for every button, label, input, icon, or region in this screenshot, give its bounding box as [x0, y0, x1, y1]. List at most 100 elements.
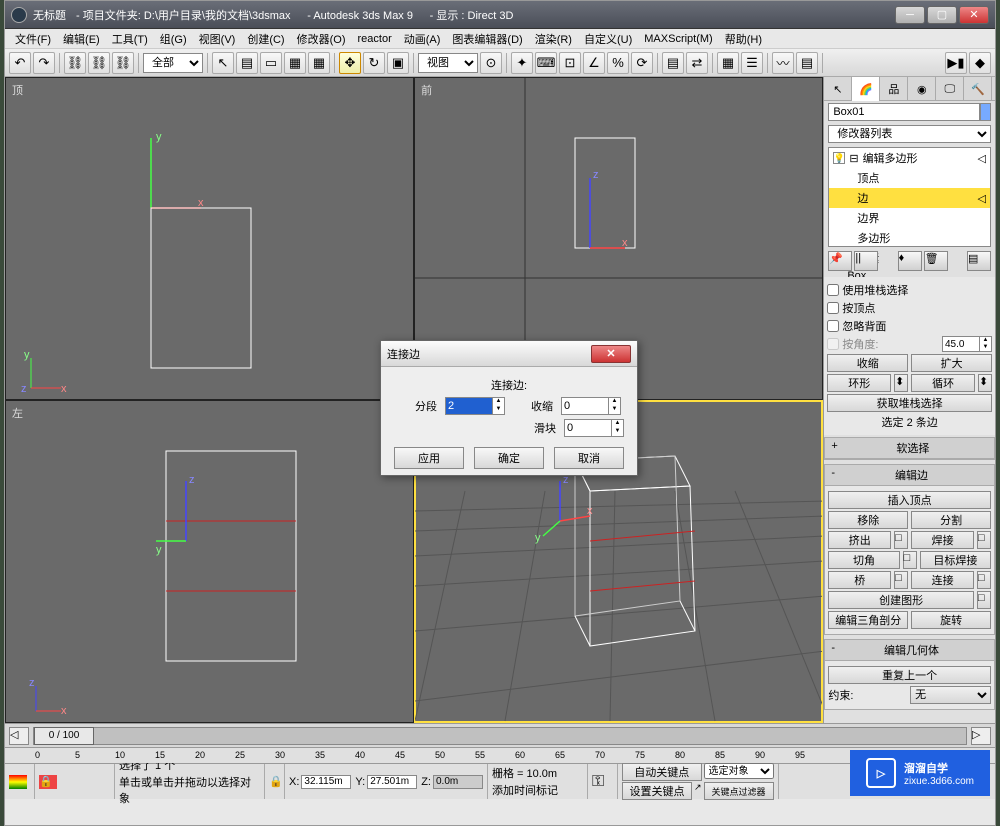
manipulate-button[interactable]: ✦	[511, 52, 533, 74]
stack-border[interactable]: 边界	[829, 208, 990, 228]
mirror-button[interactable]: ⇄	[686, 52, 708, 74]
display-tab[interactable]: 🖵	[936, 77, 964, 101]
lock-icon[interactable]: 🔒	[39, 775, 57, 789]
select-button[interactable]: ↖	[212, 52, 234, 74]
script-icon[interactable]	[9, 775, 27, 789]
y-coord[interactable]: Y:	[355, 775, 417, 789]
bridge-button[interactable]: 桥	[828, 571, 891, 589]
selection-filter-dropdown[interactable]: 全部	[143, 53, 203, 73]
shrink-button[interactable]: 收缩	[827, 354, 908, 372]
close-button[interactable]: ✕	[959, 6, 989, 24]
select-rect-button[interactable]: ▭	[260, 52, 282, 74]
menu-animation[interactable]: 动画(A)	[398, 29, 447, 49]
link-button[interactable]: ⛓	[64, 52, 86, 74]
weld-settings[interactable]: □	[977, 531, 991, 549]
window-crossing-button[interactable]: ▦	[284, 52, 306, 74]
menu-edit[interactable]: 编辑(E)	[57, 29, 106, 49]
pivot-button[interactable]: ⊙	[480, 52, 502, 74]
repeat-last-button[interactable]: 重复上一个	[828, 666, 991, 684]
target-weld-button[interactable]: 目标焊接	[920, 551, 991, 569]
dialog-close-button[interactable]: ✕	[591, 345, 631, 363]
percent-snap-button[interactable]: %	[607, 52, 629, 74]
connect-button[interactable]: 连接	[911, 571, 974, 589]
menu-help[interactable]: 帮助(H)	[719, 29, 768, 49]
constrain-dropdown[interactable]: 无	[910, 686, 991, 704]
object-name-input[interactable]	[828, 103, 980, 121]
menu-render[interactable]: 渲染(R)	[529, 29, 578, 49]
stack-toggle-icon[interactable]: 💡	[833, 152, 845, 164]
bridge-settings[interactable]: □	[894, 571, 908, 589]
menu-customize[interactable]: 自定义(U)	[578, 29, 638, 49]
menu-views[interactable]: 视图(V)	[193, 29, 242, 49]
stack-polygon[interactable]: 多边形	[829, 228, 990, 248]
region-button[interactable]: ▦	[308, 52, 330, 74]
angle-snap-button[interactable]: ∠	[583, 52, 605, 74]
keyshort-button[interactable]: ⌨	[535, 52, 557, 74]
stack-vertex[interactable]: 顶点	[829, 168, 990, 188]
viewport-top[interactable]: 顶 y x y x z	[5, 77, 414, 400]
render-button[interactable]: ◆	[969, 52, 991, 74]
auto-key-button[interactable]: 自动关键点	[622, 763, 702, 781]
weld-button[interactable]: 焊接	[911, 531, 974, 549]
make-unique-button[interactable]: ♦	[898, 251, 922, 271]
curve-editor-button[interactable]: 〰	[772, 52, 794, 74]
timeline-ruler[interactable]: document.write(''); 05101520253035404550…	[5, 747, 995, 763]
rotate-button2[interactable]: 旋转	[911, 611, 991, 629]
scale-button[interactable]: ▣	[387, 52, 409, 74]
menu-modifiers[interactable]: 修改器(O)	[291, 29, 352, 49]
chamfer-settings[interactable]: □	[903, 551, 917, 569]
time-next-button[interactable]: ▷	[971, 727, 991, 745]
spinner-snap-button[interactable]: ⟳	[631, 52, 653, 74]
ok-button[interactable]: 确定	[474, 447, 544, 469]
time-slider[interactable]: 0 / 100	[33, 727, 967, 745]
pinch-spinner[interactable]: ▲▼	[561, 397, 621, 415]
edit-tri-button[interactable]: 编辑三角剖分	[828, 611, 908, 629]
extrude-button[interactable]: 挤出	[828, 531, 891, 549]
segments-spinner[interactable]: ▲▼	[445, 397, 505, 415]
angle-spinner[interactable]: ▲▼	[942, 336, 992, 352]
get-stack-button[interactable]: 获取堆栈选择	[827, 394, 992, 412]
remove-mod-button[interactable]: 🗑	[924, 251, 948, 271]
use-stack-checkbox[interactable]	[827, 284, 839, 296]
soft-selection-rollout[interactable]: +软选择	[825, 438, 994, 459]
layers-button[interactable]: ☰	[741, 52, 763, 74]
create-shape-settings[interactable]: □	[977, 591, 991, 609]
key-target-dropdown[interactable]: 选定对象	[704, 763, 774, 779]
show-end-button[interactable]: ||	[854, 251, 878, 271]
create-shape-button[interactable]: 创建图形	[828, 591, 974, 609]
key-icon[interactable]: ⚿	[592, 773, 613, 791]
move-button[interactable]: ✥	[339, 52, 361, 74]
time-handle[interactable]: 0 / 100	[34, 727, 94, 745]
z-coord[interactable]: Z:	[421, 775, 483, 789]
configure-button[interactable]: ▤	[967, 251, 991, 271]
pin-stack-button[interactable]: 📌	[828, 251, 852, 271]
snap-button[interactable]: ⊡	[559, 52, 581, 74]
menu-tools[interactable]: 工具(T)	[106, 29, 154, 49]
apply-button[interactable]: 应用	[394, 447, 464, 469]
edit-geom-rollout[interactable]: -编辑几何体	[825, 640, 994, 661]
ring-button[interactable]: 环形	[827, 374, 891, 392]
bind-button[interactable]: ⛓	[112, 52, 134, 74]
schematic-button[interactable]: ▤	[796, 52, 818, 74]
unlink-button[interactable]: ⛓	[88, 52, 110, 74]
ref-coord-dropdown[interactable]: 视图	[418, 53, 478, 73]
ring-spinner[interactable]: ⬍	[894, 374, 908, 392]
extrude-settings[interactable]: □	[894, 531, 908, 549]
menu-create[interactable]: 创建(C)	[241, 29, 290, 49]
chamfer-button[interactable]: 切角	[828, 551, 899, 569]
split-button[interactable]: 分割	[911, 511, 991, 529]
rotate-button[interactable]: ↻	[363, 52, 385, 74]
insert-vertex-button[interactable]: 插入顶点	[828, 491, 991, 509]
loop-spinner[interactable]: ⬍	[978, 374, 992, 392]
loop-button[interactable]: 循环	[911, 374, 975, 392]
lock-selection-icon[interactable]: 🔒	[269, 775, 280, 788]
stack-edge[interactable]: 边◁	[829, 188, 990, 208]
menu-file[interactable]: 文件(F)	[9, 29, 57, 49]
menu-group[interactable]: 组(G)	[154, 29, 193, 49]
menu-graph[interactable]: 图表编辑器(D)	[446, 29, 528, 49]
utilities-tab[interactable]: 🔨	[964, 77, 992, 101]
minimize-button[interactable]: ─	[895, 6, 925, 24]
by-vertex-checkbox[interactable]	[827, 302, 839, 314]
viewport-left[interactable]: 左 z y z x	[5, 400, 414, 723]
hierarchy-tab[interactable]: 品	[880, 77, 908, 101]
